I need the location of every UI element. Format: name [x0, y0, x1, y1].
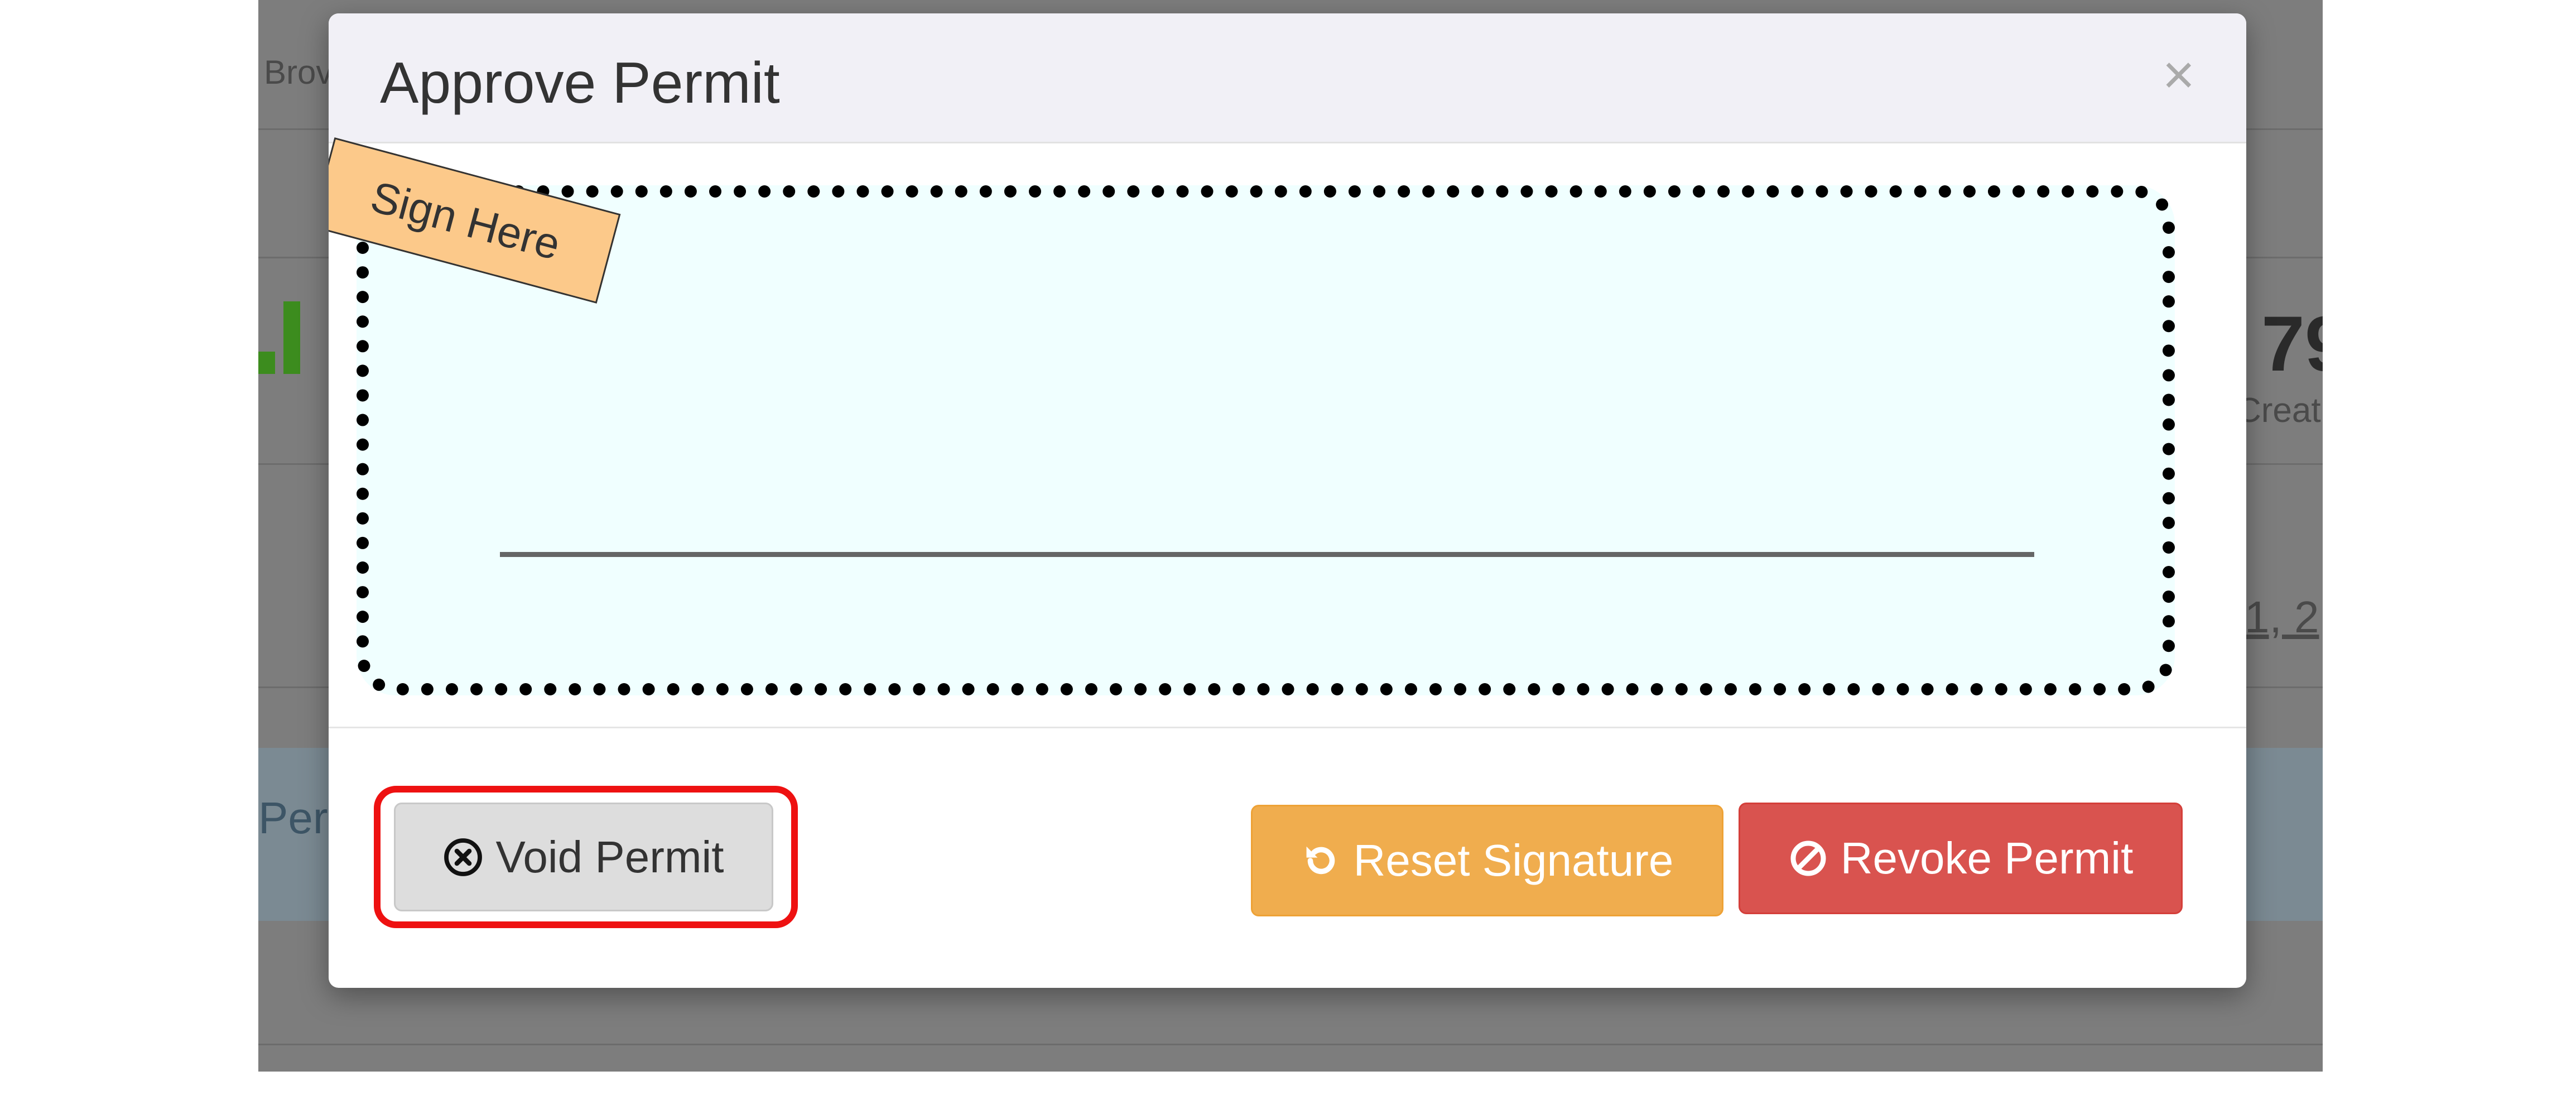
signature-line	[500, 552, 2034, 557]
times-circle-icon	[444, 838, 483, 876]
undo-icon	[1306, 846, 1335, 875]
bg-stat-number: 79	[2261, 300, 2323, 387]
bg-stat-label: Creat	[2236, 391, 2321, 430]
void-permit-button[interactable]: Void Permit	[394, 803, 773, 911]
revoke-permit-label: Revoke Permit	[1840, 833, 2134, 883]
modal-title: Approve Permit	[380, 51, 780, 116]
bg-row-text: Per	[258, 793, 328, 843]
bg-divider	[258, 1044, 2323, 1045]
modal-body: Sign Here	[329, 137, 2246, 741]
approve-permit-modal: Approve Permit × Sign Here Void Permit R…	[329, 13, 2246, 988]
revoke-permit-button[interactable]: Revoke Permit	[1739, 803, 2183, 914]
bg-date-text: 1, 2	[2245, 592, 2319, 642]
void-permit-label: Void Permit	[495, 832, 724, 882]
modal-header: Approve Permit ×	[329, 13, 2246, 143]
bg-logo-icon	[258, 290, 303, 374]
reset-signature-label: Reset Signature	[1353, 835, 1674, 885]
reset-signature-button[interactable]: Reset Signature	[1251, 805, 1723, 916]
bg-tab-text: Brov	[264, 54, 333, 91]
signature-pad[interactable]	[357, 185, 2175, 695]
ban-icon	[1790, 841, 1826, 876]
close-icon[interactable]: ×	[2163, 47, 2195, 103]
